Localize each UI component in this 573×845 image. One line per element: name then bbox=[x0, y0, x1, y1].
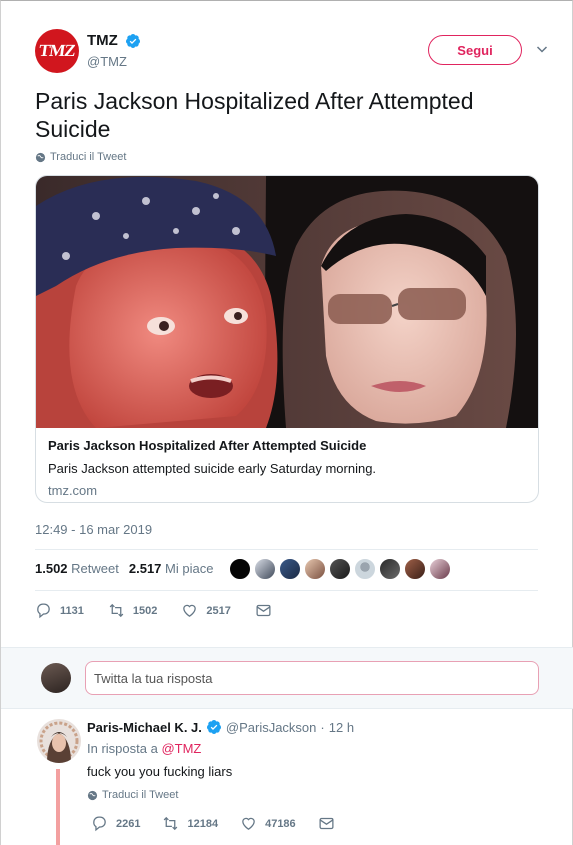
reply-author-handle[interactable]: @ParisJackson bbox=[226, 720, 317, 735]
reply-icon bbox=[37, 603, 50, 619]
reply-button[interactable]: 1131 bbox=[35, 602, 84, 619]
divider bbox=[35, 590, 538, 591]
liker-avatar[interactable] bbox=[254, 558, 276, 580]
reply-reply-count: 2261 bbox=[116, 817, 141, 830]
card-domain: tmz.com bbox=[48, 483, 98, 498]
reply-author-name[interactable]: Paris-Michael K. J. bbox=[87, 720, 202, 735]
verified-badge-icon bbox=[126, 33, 141, 48]
retweet-stat-count: 1.502 bbox=[35, 561, 68, 576]
like-stat-label: Mi piace bbox=[165, 561, 214, 576]
reply-avatar-image bbox=[37, 719, 81, 763]
liker-avatar[interactable] bbox=[429, 558, 451, 580]
retweet-stat[interactable]: 1.502 Retweet bbox=[35, 561, 119, 576]
author-info: TMZ @TMZ bbox=[87, 32, 141, 69]
reply-retweet-button[interactable]: 12184 bbox=[162, 815, 218, 832]
verified-badge-icon bbox=[206, 720, 221, 734]
reply-header: Paris-Michael K. J. @ParisJackson · 12 h bbox=[87, 719, 354, 735]
author-handle[interactable]: @TMZ bbox=[87, 54, 141, 69]
reply-retweet-count: 12184 bbox=[187, 817, 219, 830]
in-reply-mention[interactable]: @TMZ bbox=[161, 741, 201, 756]
retweet-icon bbox=[109, 603, 124, 618]
reply-input[interactable]: Twitta la tua risposta bbox=[85, 661, 539, 695]
reply-reply-button[interactable]: 2261 bbox=[91, 815, 140, 832]
reply-composer: Twitta la tua risposta bbox=[1, 647, 573, 709]
liker-avatar[interactable] bbox=[329, 558, 351, 580]
tweet-actions: 1131 1502 2517 bbox=[35, 602, 296, 619]
card-body: Paris Jackson Hospitalized After Attempt… bbox=[48, 438, 526, 498]
tweet-timestamp[interactable]: 12:49 - 16 mar 2019 bbox=[35, 522, 152, 537]
author-display-name[interactable]: TMZ bbox=[87, 32, 118, 49]
liker-avatar[interactable] bbox=[229, 558, 251, 580]
envelope-icon bbox=[256, 604, 271, 617]
translate-label: Traduci il Tweet bbox=[50, 151, 127, 163]
retweet-count: 1502 bbox=[132, 604, 158, 617]
liker-avatar[interactable] bbox=[404, 558, 426, 580]
link-preview-card[interactable]: Paris Jackson Hospitalized After Attempt… bbox=[35, 175, 539, 503]
globe-icon bbox=[87, 790, 98, 800]
like-stat[interactable]: 2.517 Mi piace bbox=[129, 561, 214, 576]
reply-dm-button[interactable] bbox=[318, 815, 335, 832]
reply-separator: · bbox=[320, 719, 325, 735]
liker-avatar[interactable] bbox=[279, 558, 301, 580]
card-title: Paris Jackson Hospitalized After Attempt… bbox=[48, 438, 367, 453]
in-reply-to: In risposta a @TMZ bbox=[87, 741, 201, 756]
reply-like-button[interactable]: 47186 bbox=[240, 815, 296, 832]
reply-actions: 2261 12184 47186 bbox=[91, 815, 357, 832]
translate-tweet-link[interactable]: Traduci il Tweet bbox=[35, 151, 126, 163]
liker-avatars bbox=[229, 558, 451, 580]
like-count: 2517 bbox=[206, 604, 231, 617]
globe-icon bbox=[35, 152, 46, 162]
heart-icon bbox=[242, 817, 255, 830]
thread-line bbox=[56, 769, 60, 845]
tweet-header: TMZ TMZ @TMZ Segui bbox=[35, 29, 552, 75]
reply-text: fuck you you fucking liars bbox=[87, 764, 233, 779]
liker-avatar[interactable] bbox=[354, 558, 376, 580]
card-photo bbox=[36, 176, 538, 428]
like-stat-count: 2.517 bbox=[128, 561, 162, 576]
author-avatar[interactable]: TMZ bbox=[35, 29, 79, 73]
reply-translate-link[interactable]: Traduci il Tweet bbox=[87, 789, 178, 801]
divider bbox=[35, 549, 538, 550]
in-reply-prefix: In risposta a bbox=[87, 741, 158, 756]
chevron-down-icon[interactable] bbox=[536, 43, 548, 55]
retweet-stat-label: Retweet bbox=[71, 561, 119, 576]
reply-author-avatar[interactable] bbox=[37, 719, 81, 763]
envelope-icon bbox=[319, 817, 334, 830]
retweet-icon bbox=[164, 816, 178, 831]
tweet-text: Paris Jackson Hospitalized After Attempt… bbox=[35, 88, 474, 142]
like-button[interactable]: 2517 bbox=[181, 602, 231, 619]
heart-icon bbox=[183, 604, 197, 617]
current-user-avatar[interactable] bbox=[41, 663, 71, 693]
liker-avatar[interactable] bbox=[379, 558, 401, 580]
liker-avatar[interactable] bbox=[304, 558, 326, 580]
reply-count: 1131 bbox=[60, 604, 84, 617]
follow-button[interactable]: Segui bbox=[428, 35, 522, 65]
reply-icon bbox=[93, 816, 106, 832]
tweet-page: TMZ TMZ @TMZ Segui Paris Jackson Hospita… bbox=[0, 0, 573, 845]
reply-like-count: 47186 bbox=[265, 817, 296, 830]
reply-translate-label: Traduci il Tweet bbox=[102, 789, 179, 801]
card-description: Paris Jackson attempted suicide early Sa… bbox=[48, 461, 377, 476]
direct-message-button[interactable] bbox=[255, 602, 272, 619]
retweet-button[interactable]: 1502 bbox=[108, 602, 157, 619]
tmz-logo-text: TMZ bbox=[37, 41, 77, 60]
reply-tweet[interactable]: Paris-Michael K. J. @ParisJackson · 12 h… bbox=[1, 709, 573, 845]
tweet-stats: 1.502 Retweet 2.517 Mi piace bbox=[35, 561, 213, 576]
card-image bbox=[36, 176, 538, 428]
reply-time[interactable]: 12 h bbox=[329, 720, 354, 735]
